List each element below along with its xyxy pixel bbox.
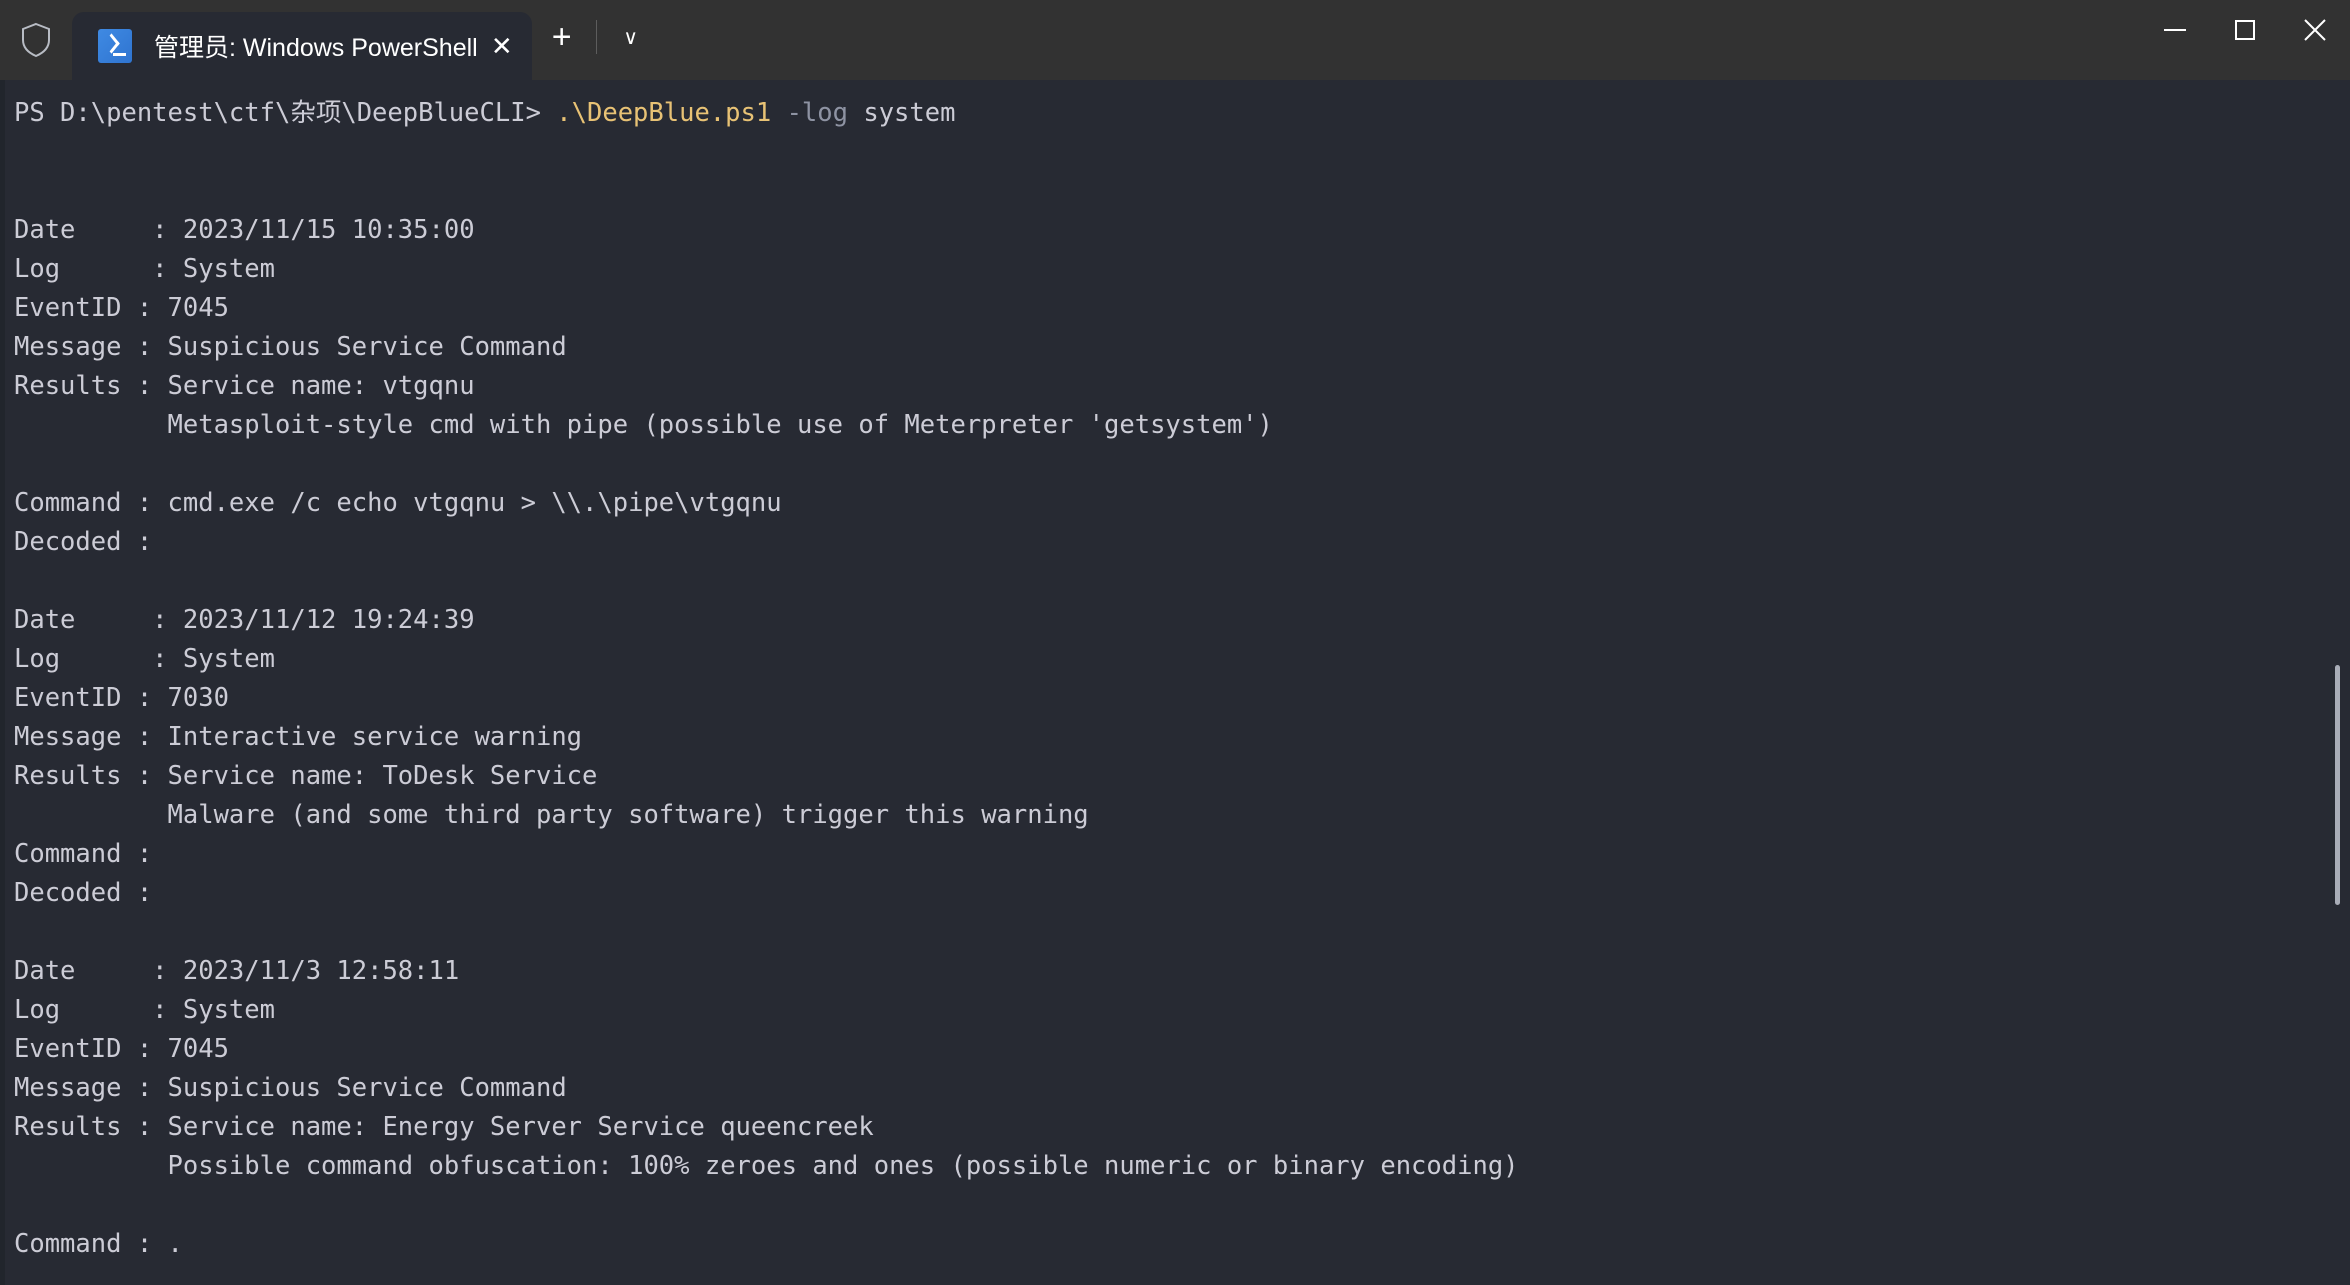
shield-icon (0, 0, 72, 80)
record-results-detail: Malware (and some third party software) … (14, 800, 1089, 830)
record-results: Results : Service name: ToDesk Service (14, 761, 598, 791)
tab-close-button[interactable]: ✕ (478, 22, 526, 70)
record-message: Message : Interactive service warning (14, 722, 583, 752)
prompt-line: PS D:\pentest\ctf\杂项\DeepBlueCLI> .\Deep… (14, 94, 2350, 133)
record-eventid: EventID : 7045 (14, 293, 229, 323)
terminal-output[interactable]: PS D:\pentest\ctf\杂项\DeepBlueCLI> .\Deep… (0, 80, 2350, 1285)
record-log: Log : System (14, 254, 275, 284)
log-record: Date : 2023/11/12 19:24:39 Log : System Ev… (14, 601, 2350, 913)
record-eventid: EventID : 7045 (14, 1034, 229, 1064)
scrollbar[interactable] (2328, 80, 2344, 1285)
command-flag: -log (771, 98, 848, 128)
tab-powershell[interactable]: 管理员: Windows PowerShell ✕ (72, 12, 532, 80)
maximize-button[interactable] (2210, 0, 2280, 60)
record-list: Date : 2023/11/15 10:35:00 Log : System Ev… (14, 211, 2350, 1264)
record-date: Date : 2023/11/12 19:24:39 (14, 605, 475, 635)
chevron-down-icon[interactable]: ∨ (601, 9, 661, 65)
record-command: Command : cmd.exe /c echo vtgqnu > \\.\p… (14, 488, 782, 518)
record-log: Log : System (14, 995, 275, 1025)
scrollbar-thumb[interactable] (2335, 665, 2340, 905)
log-record: Date : 2023/11/3 12:58:11 Log : System Eve… (14, 952, 2350, 1264)
command-arg: system (847, 98, 956, 128)
record-log: Log : System (14, 644, 275, 674)
tab-strip: 管理员: Windows PowerShell ✕ (72, 0, 532, 80)
record-results: Results : Service name: vtgqnu (14, 371, 475, 401)
record-results-detail: Possible command obfuscation: 100% zeroe… (14, 1151, 1519, 1181)
record-date: Date : 2023/11/3 12:58:11 (14, 956, 460, 986)
close-button[interactable] (2280, 0, 2350, 60)
tab-tools: + ∨ (532, 0, 661, 80)
record-date: Date : 2023/11/15 10:35:00 (14, 215, 475, 245)
window-controls (2140, 0, 2350, 80)
record-command: Command : . (14, 1229, 183, 1259)
record-eventid: EventID : 7030 (14, 683, 229, 713)
powershell-icon (98, 29, 132, 63)
log-record: Date : 2023/11/15 10:35:00 Log : System Ev… (14, 211, 2350, 562)
command-script: .\DeepBlue.ps1 (556, 98, 772, 128)
record-message: Message : Suspicious Service Command (14, 1073, 567, 1103)
new-tab-button[interactable]: + (532, 9, 592, 65)
tab-tools-divider (595, 20, 597, 54)
record-decoded: Decoded : (14, 878, 168, 908)
minimize-button[interactable] (2140, 0, 2210, 60)
record-results-detail: Metasploit-style cmd with pipe (possible… (14, 410, 1273, 440)
record-command: Command : (14, 839, 168, 869)
record-decoded: Decoded : (14, 527, 168, 557)
prompt-path: PS D:\pentest\ctf\杂项\DeepBlueCLI> (14, 98, 557, 128)
record-message: Message : Suspicious Service Command (14, 332, 567, 362)
tab-title: 管理员: Windows PowerShell (154, 34, 478, 62)
terminal-left-edge (0, 80, 5, 1285)
record-results: Results : Service name: Energy Server Se… (14, 1112, 874, 1142)
window-titlebar: 管理员: Windows PowerShell ✕ + ∨ (0, 0, 2350, 80)
